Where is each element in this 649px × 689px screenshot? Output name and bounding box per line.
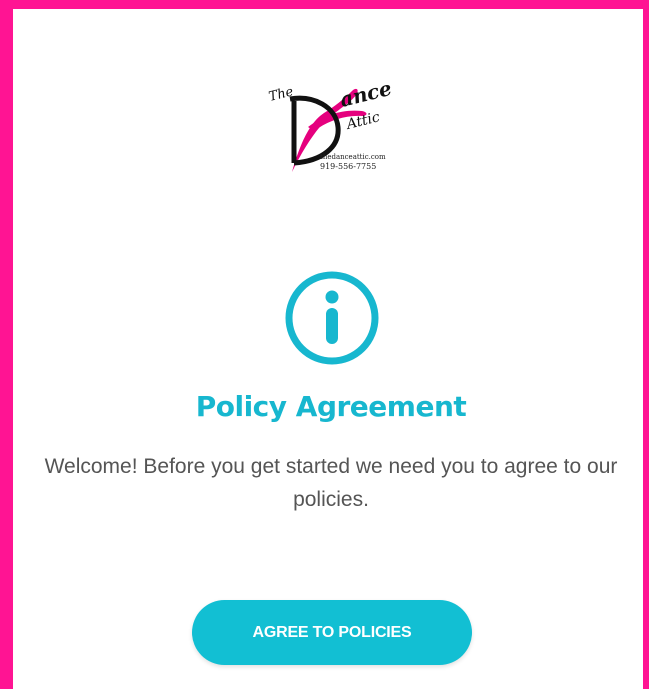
svg-text:thedanceattic.com: thedanceattic.com xyxy=(320,153,386,161)
agree-to-policies-button[interactable]: AGREE TO POLICIES xyxy=(192,600,472,665)
svg-text:919-556-7755: 919-556-7755 xyxy=(320,162,376,171)
svg-text:ance: ance xyxy=(337,77,394,112)
dance-attic-logo: The ance Attic thedanceattic.com 919-556… xyxy=(264,77,398,177)
info-icon xyxy=(284,270,380,366)
page-title: Policy Agreement xyxy=(195,390,467,423)
svg-text:The: The xyxy=(267,84,295,105)
welcome-message: Welcome! Before you get started we need … xyxy=(44,455,618,511)
